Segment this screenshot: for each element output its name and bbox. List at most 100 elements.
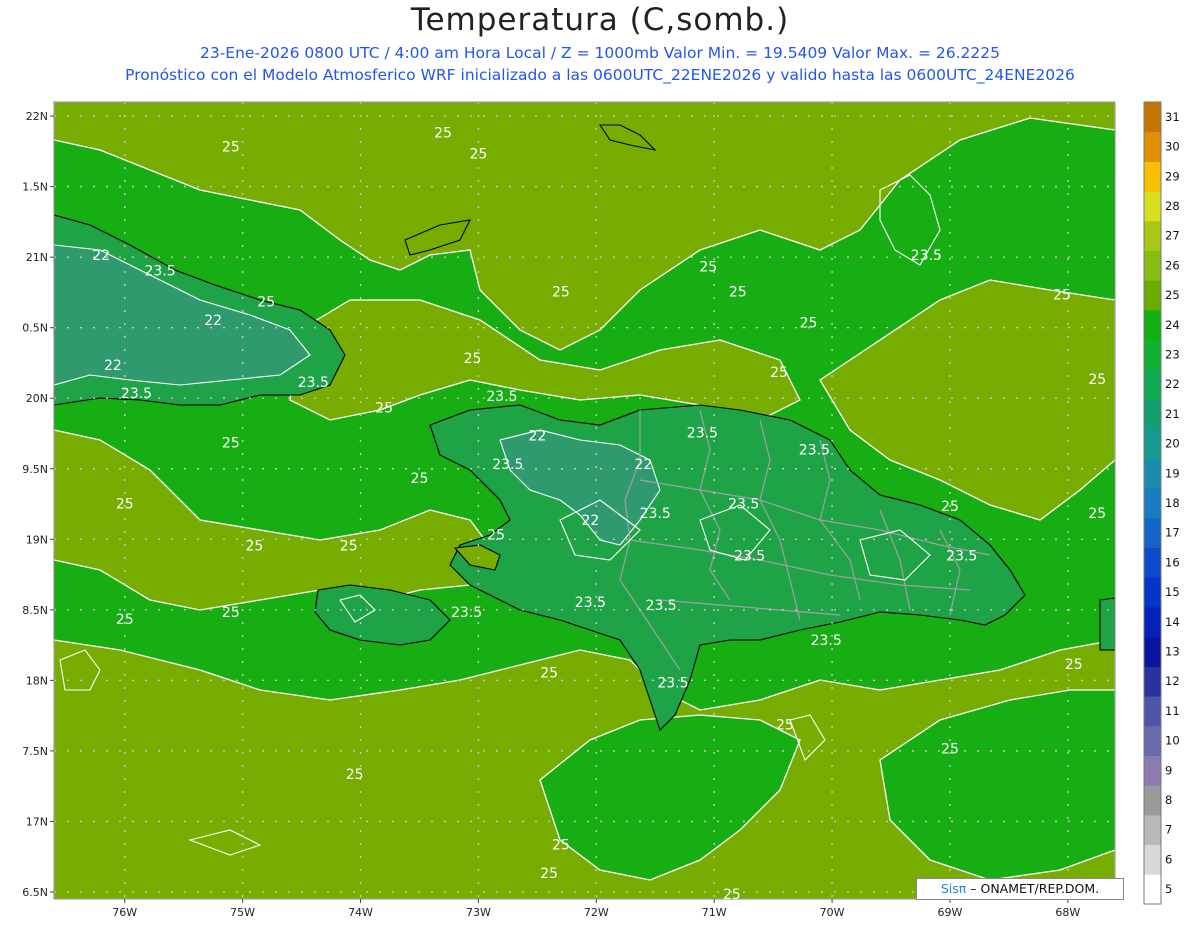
colorbar-label: 15 <box>1165 585 1180 599</box>
colorbar-swatch <box>1144 131 1161 162</box>
colorbar-swatch <box>1144 161 1161 192</box>
colorbar-label: 30 <box>1165 140 1180 154</box>
colorbar-swatch <box>1144 814 1161 846</box>
contour-label: 25 <box>1088 506 1106 522</box>
contour-label: 25 <box>776 718 794 734</box>
colorbar-swatch <box>1144 517 1161 549</box>
colorbar-swatch <box>1144 636 1161 667</box>
contour-label: 25 <box>1053 287 1071 303</box>
colorbar-label: 16 <box>1165 555 1180 569</box>
contour-label: 25 <box>411 471 429 487</box>
contour-label: 25 <box>699 259 717 275</box>
contour-label: 23.5 <box>121 386 152 402</box>
temperature-map: 76W 75W 74W 73W 72W 71W 70W 69W 68W 22N 1.5N 21N 0.5… <box>22 101 1180 919</box>
contour-label: 23.5 <box>492 457 523 473</box>
contour-label: 25 <box>540 666 558 682</box>
colorbar-swatch <box>1144 399 1161 430</box>
colorbar-swatch <box>1144 428 1161 459</box>
lon-tick-label: 71W <box>702 906 727 919</box>
colorbar-swatch <box>1144 547 1161 578</box>
contour-label: 25 <box>257 295 275 311</box>
colorbar-swatch <box>1144 280 1161 311</box>
lon-tick-label: 75W <box>230 906 255 919</box>
puerto-rico-edge <box>1099 597 1115 651</box>
colorbar-swatch <box>1144 696 1161 727</box>
colorbar-label: 23 <box>1165 347 1180 361</box>
contour-label: 25 <box>552 838 570 854</box>
lat-tick-label: 19N <box>26 533 48 546</box>
contour-label: 25 <box>340 539 358 555</box>
contour-label: 25 <box>941 499 959 515</box>
contour-label: 25 <box>729 285 747 301</box>
colorbar-label: 24 <box>1165 318 1180 332</box>
colorbar-swatch <box>1144 102 1161 133</box>
contour-label: 23.5 <box>646 598 677 614</box>
colorbar-swatch <box>1144 369 1161 400</box>
credit-box: Sisπ – ONAMET/REP.DOM. <box>916 878 1124 900</box>
contour-label: 25 <box>116 496 134 512</box>
contour-label: 22 <box>204 313 222 329</box>
colorbar-swatch <box>1144 577 1161 608</box>
contour-label: 25 <box>469 146 487 162</box>
colorbar-swatch <box>1144 220 1161 252</box>
contour-label: 25 <box>487 527 505 543</box>
contour-label: 25 <box>245 539 263 555</box>
colorbar-label: 14 <box>1165 615 1180 629</box>
colorbar-label: 19 <box>1165 466 1180 480</box>
colorbar-label: 17 <box>1165 526 1180 540</box>
colorbar-swatch <box>1144 606 1161 638</box>
lat-tick-label: 20N <box>26 392 48 405</box>
contour-label: 23.5 <box>911 248 942 264</box>
colorbar-swatch <box>1144 844 1161 875</box>
colorbar-swatch <box>1144 250 1161 281</box>
contour-label: 22 <box>104 358 122 374</box>
contour-label: 25 <box>222 139 240 155</box>
contour-label: 25 <box>941 742 959 758</box>
lat-tick-label: 22N <box>26 110 48 123</box>
contour-label: 23.5 <box>298 375 329 391</box>
contour-label: 23.5 <box>946 548 977 564</box>
contour-label: 25 <box>222 605 240 621</box>
colorbar-label: 31 <box>1165 110 1180 124</box>
sispi-logo: Sisπ <box>940 881 967 896</box>
lat-tick-label: 21N <box>26 251 48 264</box>
lat-tick-label: 17N <box>26 815 48 828</box>
lon-tick-label: 73W <box>466 906 491 919</box>
colorbar-label: 18 <box>1165 496 1180 510</box>
contour-label: 25 <box>1065 657 1083 673</box>
colorbar-swatch <box>1144 785 1161 816</box>
colorbar-swatch <box>1144 191 1161 222</box>
contour-label: 25 <box>434 125 452 141</box>
colorbar-label: 29 <box>1165 169 1180 183</box>
lat-tick-label: 9.5N <box>22 463 48 476</box>
lat-tick-label: 1.5N <box>22 181 48 194</box>
lat-tick-label: 0.5N <box>22 322 48 335</box>
lon-tick-label: 72W <box>584 906 609 919</box>
contour-label: 25 <box>540 866 558 882</box>
colorbar-swatch <box>1144 725 1161 756</box>
contour-label: 22 <box>92 248 110 264</box>
colorbar-label: 26 <box>1165 258 1180 272</box>
colorbar-label: 6 <box>1165 852 1172 866</box>
contour-label: 23.5 <box>657 675 688 691</box>
lon-tick-label: 70W <box>820 906 845 919</box>
colorbar-swatch <box>1144 309 1161 341</box>
contour-label: 25 <box>770 365 788 381</box>
contour-label: 25 <box>552 285 570 301</box>
lat-tick-label: 18N <box>26 674 48 687</box>
contour-label: 25 <box>346 767 364 783</box>
contour-label: 22 <box>635 457 653 473</box>
contour-label: 23.5 <box>799 443 830 459</box>
colorbar-label: 9 <box>1165 763 1172 777</box>
colorbar-swatch <box>1144 755 1161 786</box>
colorbar-label: 28 <box>1165 199 1180 213</box>
colorbar-swatch <box>1144 666 1161 697</box>
colorbar-swatch <box>1144 874 1161 905</box>
colorbar-label: 5 <box>1165 882 1172 896</box>
contour-label: 23.5 <box>734 548 765 564</box>
contour-label: 25 <box>723 887 741 903</box>
lon-tick-label: 69W <box>938 906 963 919</box>
lon-tick-label: 68W <box>1055 906 1080 919</box>
contour-label: 22 <box>581 513 599 529</box>
contour-label: 23.5 <box>145 264 176 280</box>
